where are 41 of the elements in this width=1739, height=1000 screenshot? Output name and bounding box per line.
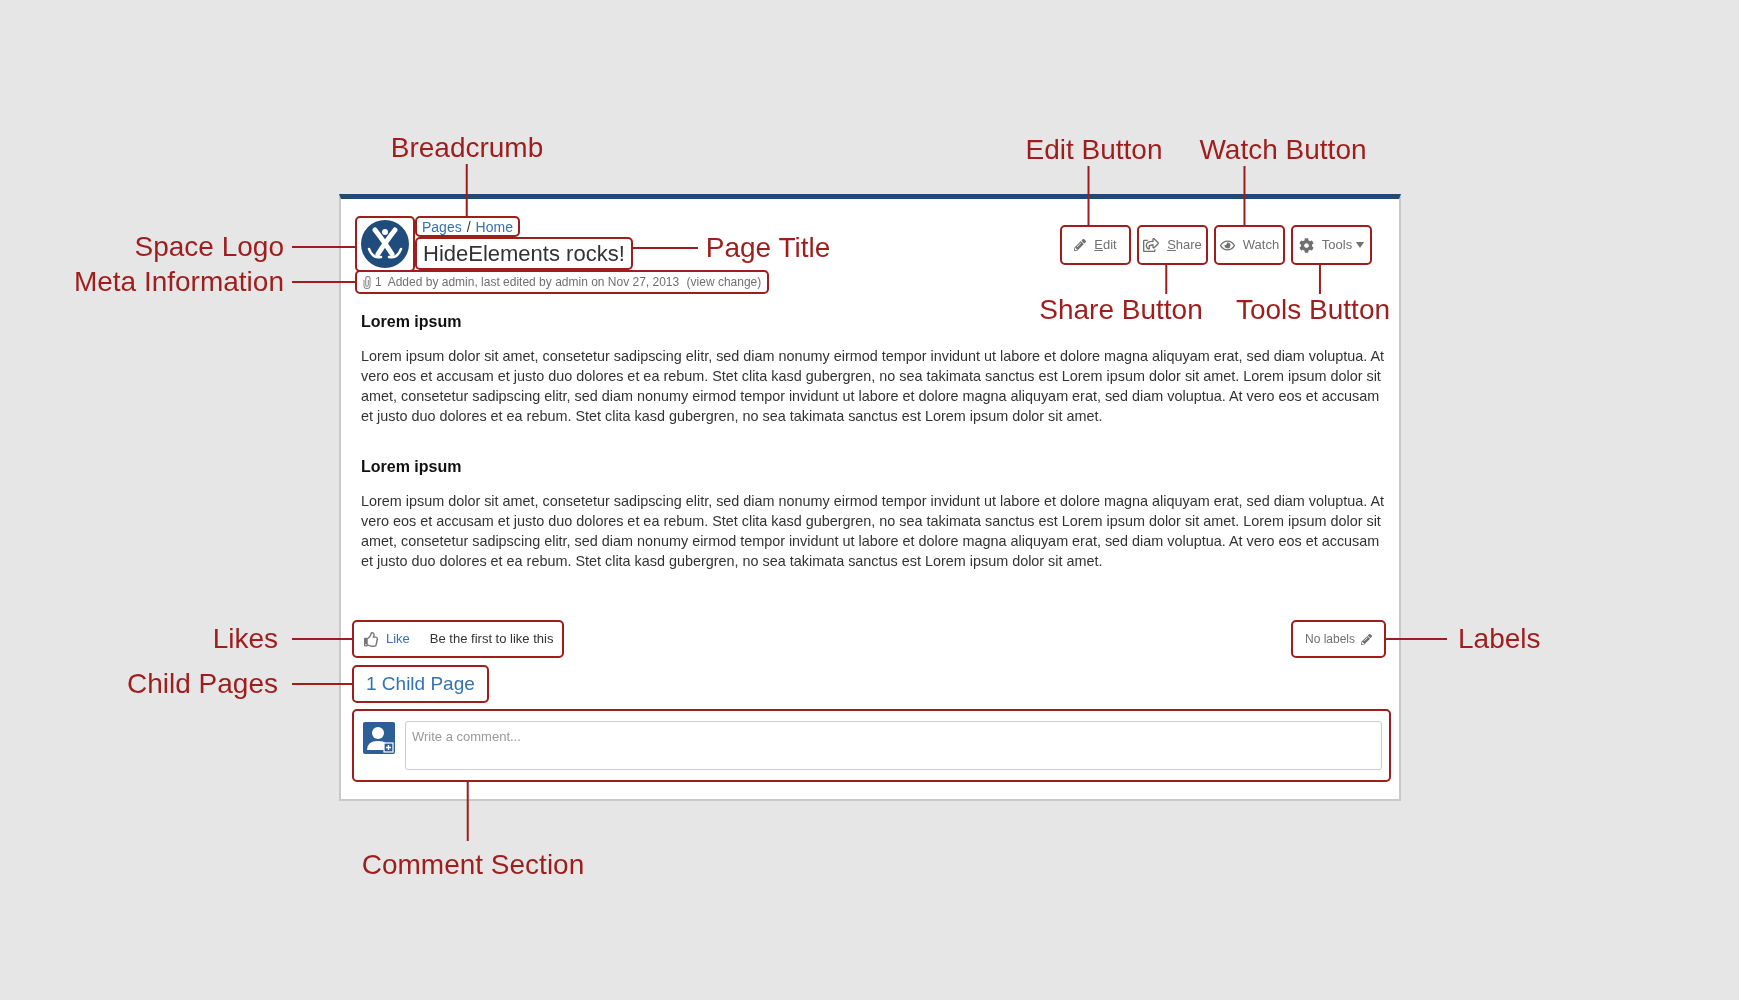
- meta-information-text: Added by admin, last edited by admin on Nov 27, 2013 (view change): [387, 275, 762, 289]
- callout-label: Likes: [212, 623, 278, 655]
- callout-label: Watch Button: [1199, 134, 1367, 166]
- callout-label: Breadcrumb: [390, 132, 544, 164]
- watch-button[interactable]: Watch: [1218, 230, 1281, 260]
- breadcrumb-separator: /: [466, 218, 471, 235]
- tools-button[interactable]: Tools: [1297, 230, 1366, 260]
- labels-text: No labels: [1304, 631, 1355, 648]
- callout-label: Tools Button: [1235, 294, 1391, 326]
- like-button[interactable]: Like: [364, 629, 410, 649]
- page-title: HideElements rocks!: [423, 240, 625, 267]
- gear-icon: [1298, 237, 1314, 253]
- attachment-count: 1: [375, 275, 382, 289]
- paperclip-icon: [363, 275, 371, 289]
- caret-icon: [1356, 242, 1365, 248]
- logo-icon: [361, 220, 409, 268]
- pencil-icon: [1074, 239, 1087, 251]
- callout-label: Share Button: [1039, 294, 1203, 326]
- callout-label: Child Pages: [127, 668, 278, 700]
- comment-field[interactable]: Write a comment...: [405, 721, 1382, 770]
- view-change-link[interactable]: (view change): [686, 275, 762, 289]
- callout-label: Page Title: [705, 231, 831, 264]
- callout-label: Edit Button: [1025, 134, 1163, 166]
- share-button[interactable]: Share: [1142, 230, 1203, 260]
- breadcrumb-link[interactable]: Pages: [422, 218, 462, 235]
- callout-label: Comment Section: [361, 849, 585, 881]
- paragraph: Lorem ipsum dolor sit amet, consetetur sadipscing elitr, sed diam nonumy eirmod tempor invidunt ut labore et dolore magna aliquyam erat, sed diam voluptua. At vero eos et accusam et justo duo dolores et ea rebum. Stet clita kasd gubergren, no sea takimata sanctus est Lorem ipsum dolor sit amet. Lorem ipsum dolor sit amet, consetetur sadipscing elitr, sed diam nonumy eirmod tempor invidunt ut labore et dolore magna aliquyam erat, sed diam voluptua. At vero eos et accusam et justo duo dolores et ea rebum. Stet clita kasd gubergren, no sea takimata sanctus est Lorem ipsum dolor sit amet.: [361, 492, 1385, 571]
- user-avatar-icon: [363, 722, 395, 754]
- thumbs-up-icon: [364, 631, 379, 647]
- callout-label: Labels: [1458, 623, 1541, 655]
- paragraph: Lorem ipsum dolor sit amet, consetetur sadipscing elitr, sed diam nonumy eirmod tempor invidunt ut labore et dolore magna aliquyam erat, sed diam voluptua. At vero eos et accusam et justo duo dolores et ea rebum. Stet clita kasd gubergren, no sea takimata sanctus est Lorem ipsum dolor sit amet. Lorem ipsum dolor sit amet, consetetur sadipscing elitr, sed diam nonumy eirmod tempor invidunt ut labore et dolore magna aliquyam erat, sed diam voluptua. At vero eos et accusam et justo duo dolores et ea rebum. Stet clita kasd gubergren, no sea takimata sanctus est Lorem ipsum dolor sit amet.: [361, 347, 1385, 426]
- child-pages-link[interactable]: 1 Child Page: [366, 673, 475, 695]
- section-heading: Lorem ipsum: [361, 312, 463, 332]
- breadcrumb-link[interactable]: Home: [475, 218, 513, 235]
- edit-button[interactable]: Edit: [1073, 230, 1118, 260]
- callout-label: Meta Information: [73, 266, 284, 298]
- callout-label: Space Logo: [134, 231, 284, 263]
- pencil-icon[interactable]: [1361, 633, 1372, 645]
- share-icon: [1143, 237, 1160, 253]
- likes-summary: Be the first to like this: [429, 630, 554, 649]
- section-heading: Lorem ipsum: [361, 457, 463, 477]
